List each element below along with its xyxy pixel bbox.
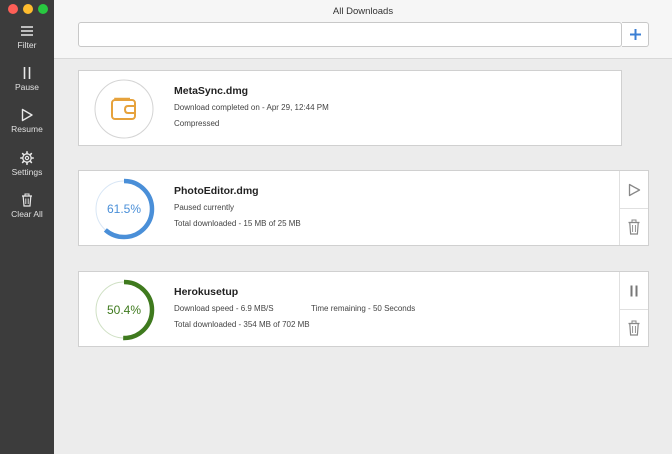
zoom-window-button[interactable] (38, 4, 48, 14)
window-title: All Downloads (332, 6, 394, 17)
pause-icon (23, 67, 31, 79)
search-input[interactable] (78, 22, 622, 47)
sidebar-item-resume[interactable]: Resume (0, 108, 54, 134)
progress-percent: 50.4% (106, 303, 142, 317)
wallet-icon-wrapper (93, 78, 155, 140)
item-actions (619, 272, 648, 346)
play-icon (628, 183, 641, 196)
sidebar: Filter Pause Resume Settings Clear All (0, 0, 54, 454)
download-item-herokusetup[interactable]: 50.4% Herokusetup Download speed - 6.9 M… (78, 271, 649, 347)
minimize-window-button[interactable] (23, 4, 33, 14)
sidebar-item-clear-all[interactable]: Clear All (0, 193, 54, 219)
main-panel: All Downloads MetaSync.dmg Download comp… (54, 0, 672, 454)
file-name: MetaSync.dmg (174, 85, 249, 97)
sidebar-item-label: Pause (14, 82, 40, 92)
sidebar-item-label: Filter (17, 40, 37, 50)
download-speed: Download speed - 6.9 MB/S (174, 304, 274, 313)
delete-button[interactable] (620, 208, 648, 245)
pause-icon (630, 285, 638, 296)
download-status-text: Paused currently (174, 203, 235, 212)
window-controls (8, 4, 48, 14)
resume-button[interactable] (620, 171, 648, 209)
menu-icon (21, 26, 33, 36)
play-icon (21, 108, 33, 122)
file-name: Herokusetup (174, 286, 239, 298)
delete-button[interactable] (620, 309, 648, 346)
trash-icon (22, 193, 32, 207)
time-remaining: Time remaining - 50 Seconds (311, 304, 416, 313)
progress-percent: 61.5% (106, 202, 142, 216)
sidebar-item-label: Clear All (11, 209, 43, 219)
add-download-button[interactable] (622, 22, 649, 47)
download-note: Compressed (174, 119, 220, 128)
sidebar-item-label: Resume (11, 124, 43, 134)
title-bar: All Downloads (54, 0, 672, 59)
app-window: Filter Pause Resume Settings Clear All A… (0, 0, 672, 454)
download-item-metasync[interactable]: MetaSync.dmg Download completed on - Apr… (78, 70, 622, 146)
trash-icon (628, 320, 640, 336)
close-window-button[interactable] (8, 4, 18, 14)
pause-button[interactable] (620, 272, 648, 310)
trash-icon (628, 219, 640, 235)
item-actions (619, 171, 648, 245)
download-date: Download completed on - Apr 29, 12:44 PM (174, 103, 329, 112)
download-total: Total downloaded - 15 MB of 25 MB (174, 219, 301, 228)
plus-icon (629, 29, 641, 40)
file-name: PhotoEditor.dmg (174, 185, 259, 197)
sidebar-item-pause[interactable]: Pause (0, 66, 54, 92)
sidebar-item-label: Settings (11, 167, 43, 177)
sidebar-item-filter[interactable]: Filter (0, 24, 54, 50)
wallet-icon (111, 97, 136, 120)
gear-icon (20, 151, 34, 165)
download-total: Total downloaded - 354 MB of 702 MB (174, 320, 310, 329)
download-item-photoeditor[interactable]: 61.5% PhotoEditor.dmg Paused currently T… (78, 170, 649, 246)
sidebar-item-settings[interactable]: Settings (0, 151, 54, 177)
